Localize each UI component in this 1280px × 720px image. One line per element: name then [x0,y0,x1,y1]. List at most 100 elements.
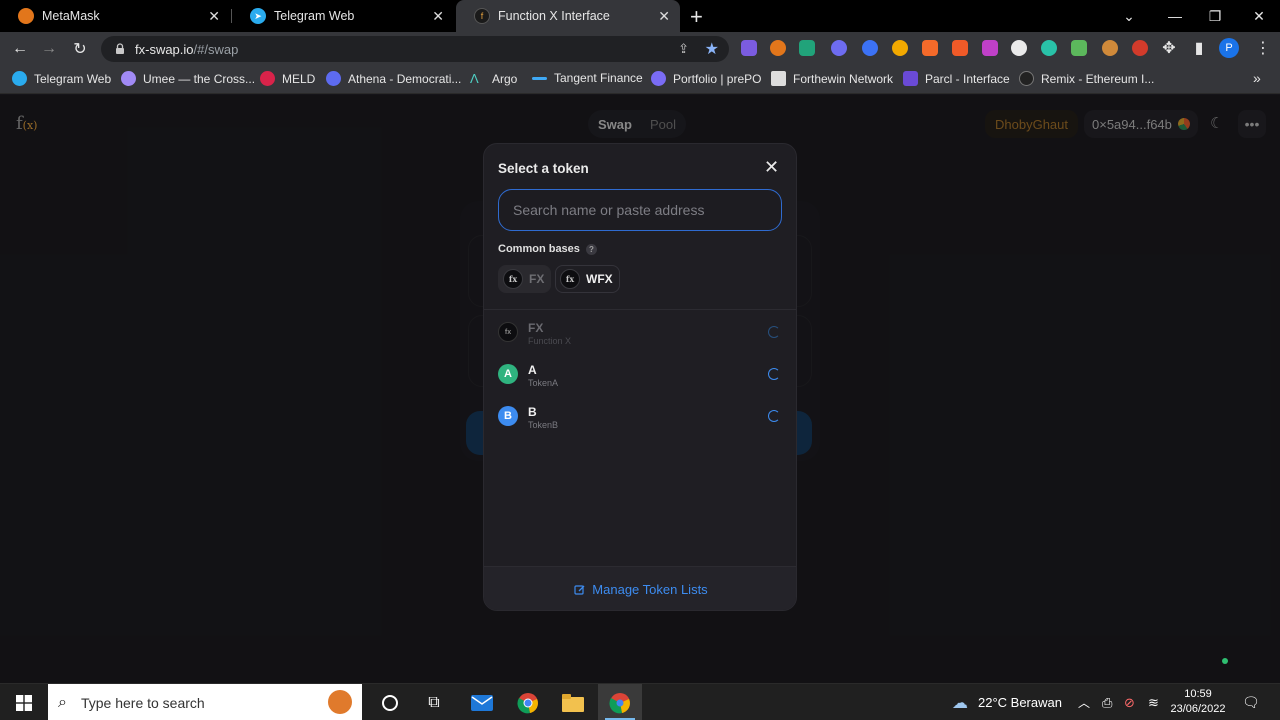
side-panel-icon[interactable]: ▮ [1188,37,1210,59]
token-b-icon: B [498,406,518,426]
metamask-fox-icon [18,8,34,24]
status-dot-icon [1222,658,1228,664]
extension-swirl-icon[interactable] [1041,40,1057,56]
lock-icon [116,43,124,54]
extensions-puzzle-icon[interactable]: ✥ [1158,37,1180,59]
tab-telegram[interactable]: ➤ Telegram Web ✕ [232,0,454,32]
bookmark-remix[interactable]: Remix - Ethereum I... [1019,71,1154,86]
browser-tab-bar: MetaMask ✕ ➤ Telegram Web ✕ f Function X… [0,0,1280,32]
browser-menu-icon[interactable]: ⋮ [1255,38,1271,58]
telegram-icon: ➤ [250,8,266,24]
fx-token-icon: fx [498,322,518,342]
extension-k-icon[interactable] [741,40,757,56]
meld-icon [260,71,275,86]
common-bases-label: Common bases ? [498,243,597,255]
extension-ghost-icon[interactable] [831,40,847,56]
forthewin-icon [771,71,786,86]
address-bar[interactable]: fx-swap.io/#/swap ⇪ ★ [101,36,729,62]
extension-coin-icon[interactable] [892,40,908,56]
common-base-wfx[interactable]: fx WFX [555,265,620,293]
mail-icon[interactable] [470,691,494,715]
task-view-icon[interactable]: ⧉ [422,691,446,715]
more-bookmarks-icon[interactable]: » [1253,70,1261,86]
extension-puzzle-green-icon[interactable] [1071,40,1087,56]
meet-now-icon[interactable]: ⎙ [1102,684,1112,720]
chrome-profile-icon[interactable] [608,691,632,715]
token-search-input[interactable] [498,189,782,231]
bookmark-meld[interactable]: MELD [260,71,315,86]
windows-taskbar: ⌕ Type here to search ⧉ ☁ 22°C Berawan ︿… [0,683,1280,720]
windows-start-icon[interactable] [12,691,36,715]
bookmark-forthewin[interactable]: Forthewin Network [771,71,893,86]
select-token-modal: Select a token ✕ Common bases ? fx FX fx… [483,143,797,611]
extension-chat-icon[interactable] [862,40,878,56]
wifi-icon[interactable]: ≋ [1148,684,1159,720]
bookmark-prepo[interactable]: Portfolio | prePO [651,71,762,86]
url-text: fx-swap.io/#/swap [135,41,239,57]
extension-circle-icon[interactable] [1011,40,1027,56]
extension-gear-red-icon[interactable] [1132,40,1148,56]
status-indicator [1222,658,1228,664]
share-icon[interactable]: ⇪ [678,41,689,57]
metamask-extension-icon[interactable] [770,40,786,56]
extension-n-icon[interactable] [799,40,815,56]
umee-icon [121,71,136,86]
weather-widget[interactable]: ☁ 22°C Berawan [952,684,1062,720]
extension-bird-icon[interactable] [1102,40,1118,56]
token-row-fx[interactable]: fx FX Function X [484,312,796,354]
function-x-icon: f [474,8,490,24]
new-tab-button[interactable]: + [690,4,703,30]
token-a-icon: A [498,364,518,384]
tab-title: Telegram Web [274,9,355,23]
extension-at-icon[interactable] [982,40,998,56]
athena-icon [326,71,341,86]
search-highlight-icon [328,690,352,714]
file-explorer-icon[interactable] [561,691,585,715]
bookmark-athena[interactable]: Athena - Democrati... [326,71,461,86]
app-page: f(x) Swap Pool DhobyGhaut 0×5a94...f64b … [0,95,1280,683]
forward-icon[interactable]: → [38,38,60,60]
wfx-token-icon: fx [560,269,580,289]
search-icon: ⌕ [58,693,67,711]
close-icon[interactable]: ✕ [764,158,779,176]
manage-token-lists-link[interactable]: Manage Token Lists [484,566,796,610]
bookmark-tangent[interactable]: Tangent Finance [532,71,643,85]
reload-icon[interactable]: ↻ [69,38,91,60]
close-tab-icon[interactable]: ✕ [658,8,670,25]
edit-icon [574,584,585,595]
token-row-b[interactable]: B B TokenB [484,396,796,438]
divider [484,309,796,310]
help-question-icon[interactable]: ? [585,243,597,255]
close-tab-icon[interactable]: ✕ [208,8,220,25]
back-icon[interactable]: ← [9,38,31,60]
system-clock[interactable]: 10:59 23/06/2022 [1170,687,1226,717]
argo-icon: Λ [470,71,479,86]
browser-toolbar: ← → ↻ fx-swap.io/#/swap ⇪ ★ ✥ ▮ P ⋮ [0,32,1280,66]
maximize-button[interactable]: ❐ [1192,0,1238,32]
extension-arrow-icon[interactable] [952,40,968,56]
remix-icon [1019,71,1034,86]
bookmark-argo[interactable]: Λ Argo [470,71,517,86]
token-row-a[interactable]: A A TokenA [484,354,796,396]
close-tab-icon[interactable]: ✕ [432,8,444,25]
network-warning-icon[interactable]: ⊘ [1124,684,1135,720]
extension-flame-icon[interactable] [922,40,938,56]
tab-title: MetaMask [42,9,100,23]
show-hidden-icons[interactable]: ︿ [1078,684,1090,720]
bookmark-umee[interactable]: Umee — the Cross... [121,71,255,86]
bookmark-star-icon[interactable]: ★ [705,39,719,59]
common-base-fx[interactable]: fx FX [498,265,552,293]
tab-metamask[interactable]: MetaMask ✕ [0,0,230,32]
notifications-icon[interactable]: 🗨 [1242,684,1260,720]
taskbar-search-box[interactable]: ⌕ Type here to search [48,684,362,720]
profile-avatar[interactable]: P [1219,38,1239,58]
bookmarks-bar: Telegram Web Umee — the Cross... MELD At… [0,66,1280,94]
fx-token-icon: fx [503,269,523,289]
close-window-button[interactable]: ✕ [1236,0,1280,32]
chrome-icon[interactable] [516,691,540,715]
tab-search-icon[interactable]: ⌄ [1106,0,1152,32]
bookmark-telegram[interactable]: Telegram Web [12,71,111,86]
tab-function-x[interactable]: f Function X Interface ✕ [456,0,680,32]
cortana-icon[interactable] [378,691,402,715]
bookmark-parcl[interactable]: Parcl - Interface [903,71,1010,86]
